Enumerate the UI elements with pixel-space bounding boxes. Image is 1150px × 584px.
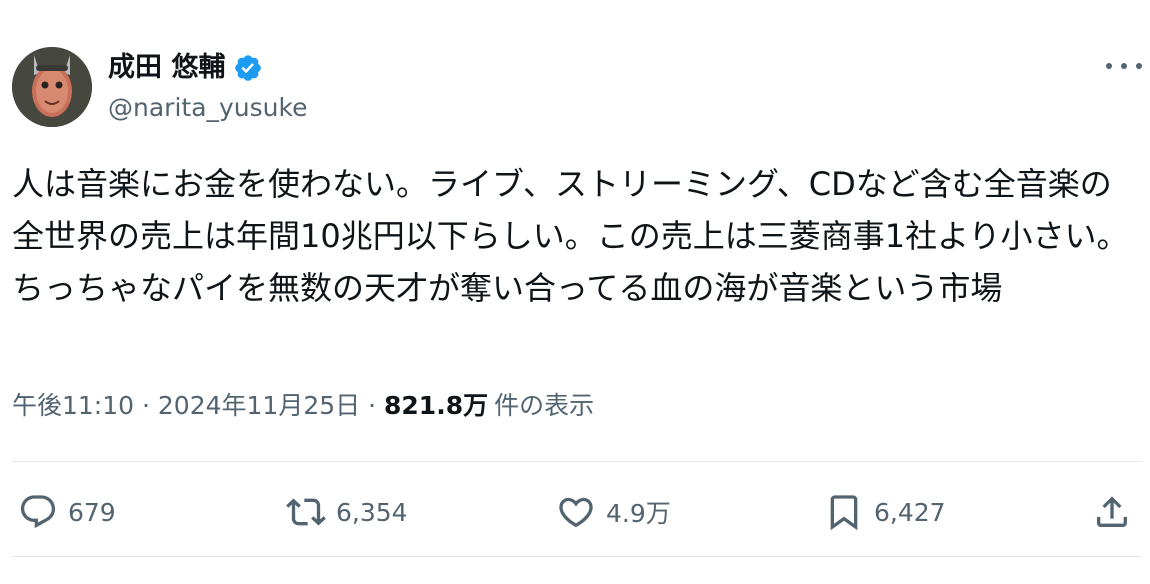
verified-badge-icon[interactable] <box>233 53 263 83</box>
retweet-count: 6,354 <box>336 497 408 527</box>
more-dot-icon <box>1106 63 1112 69</box>
bookmark-count: 6,427 <box>874 497 946 527</box>
reply-icon <box>20 495 56 529</box>
divider-top <box>12 461 1142 462</box>
bookmark-icon <box>830 495 858 531</box>
view-count-label: 件の表示 <box>494 391 595 420</box>
tweet-meta: 午後11:10 · 2024年11月25日 · 821.8万 件の表示 <box>12 386 594 426</box>
like-button[interactable]: 4.9万 <box>556 488 671 536</box>
meta-separator: · <box>368 391 377 420</box>
avatar[interactable] <box>12 47 92 127</box>
bookmark-button[interactable]: 6,427 <box>824 488 946 536</box>
share-button[interactable] <box>1092 488 1132 536</box>
tweet-time[interactable]: 午後11:10 <box>12 391 134 420</box>
tweet-actions-bar: 679 6,354 4.9万 6,427 <box>0 488 1150 536</box>
author-handle[interactable]: @narita_yusuke <box>108 91 308 125</box>
reply-count: 679 <box>68 497 116 527</box>
tweet-text: 人は音楽にお金を使わない。ライブ、ストリーミング、CDなど含む全音楽の全世界の売… <box>12 165 1129 307</box>
more-dot-icon <box>1136 63 1142 69</box>
more-dot-icon <box>1121 63 1127 69</box>
author-display-name[interactable]: 成田 悠輔 <box>108 50 225 86</box>
retweet-button[interactable]: 6,354 <box>286 488 408 536</box>
view-count[interactable]: 821.8万 <box>384 391 488 420</box>
avatar-mask-icon <box>12 47 92 127</box>
like-count: 4.9万 <box>606 499 671 528</box>
author-name-row: 成田 悠輔 <box>108 50 263 86</box>
divider-bottom <box>12 556 1142 557</box>
reply-button[interactable]: 679 <box>18 488 116 536</box>
retweet-icon <box>286 498 326 526</box>
share-icon <box>1097 496 1127 527</box>
heart-icon <box>559 497 593 528</box>
tweet-date[interactable]: 2024年11月25日 <box>158 391 360 420</box>
more-options-button[interactable] <box>1106 54 1142 78</box>
meta-separator: · <box>142 391 150 420</box>
